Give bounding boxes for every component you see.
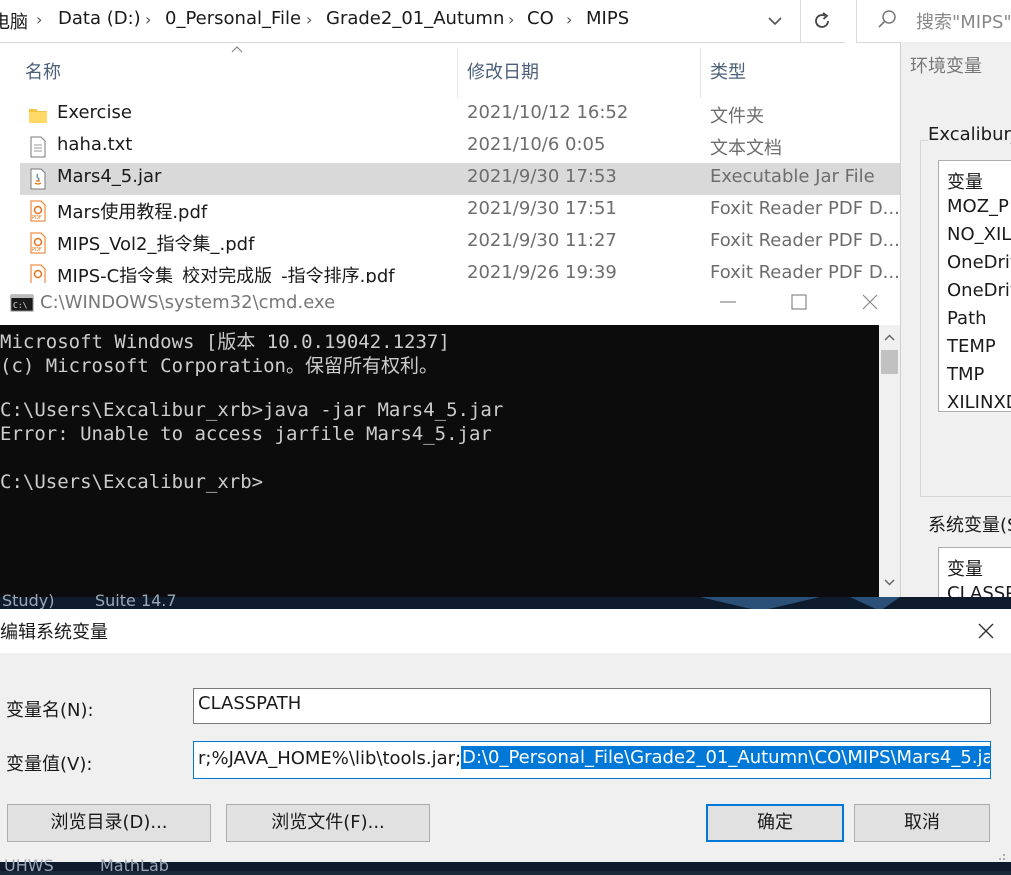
dialog-title: 编辑系统变量: [0, 622, 108, 643]
search-icon: [876, 8, 898, 30]
scroll-up-icon[interactable]: [881, 330, 898, 346]
file-type: Foxit Reader PDF D...: [710, 198, 900, 219]
cmd-title: C:\WINDOWS\system32\cmd.exe: [40, 292, 336, 313]
console-line: Microsoft Windows [版本 10.0.19042.1237]: [0, 331, 450, 353]
chevron-down-icon[interactable]: [760, 8, 790, 34]
desktop-icon-label: MathLab: [100, 856, 169, 875]
folder-icon: [29, 109, 47, 123]
user-variables-label: Excalibur_: [928, 124, 1011, 145]
browse-file-button[interactable]: 浏览文件(F)...: [226, 804, 430, 842]
close-icon[interactable]: [975, 620, 997, 642]
desktop-icon-label: Study): [2, 591, 55, 610]
file-date: 2021/10/12 16:52: [467, 102, 629, 123]
column-divider[interactable]: [700, 48, 701, 98]
refresh-icon[interactable]: [800, 0, 843, 42]
chevron-right-icon: ›: [36, 10, 43, 29]
text-file-icon: [30, 136, 46, 158]
breadcrumb-co[interactable]: CO: [527, 8, 554, 29]
close-icon[interactable]: [858, 290, 882, 314]
file-name: Mars使用教程.pdf: [57, 202, 208, 223]
search-placeholder: 搜索"MIPS": [916, 12, 1011, 33]
env-window-title: 环境变量: [910, 56, 982, 77]
console-line: C:\Users\Excalibur_xrb>java -jar Mars4_5…: [0, 399, 504, 421]
file-date: 2021/10/6 0:05: [467, 134, 606, 155]
scroll-down-icon[interactable]: [881, 574, 898, 594]
file-row[interactable]: Exercise 2021/10/12 16:52 文件夹: [20, 99, 900, 131]
console-line: Error: Unable to access jarfile Mars4_5.…: [0, 423, 492, 445]
breadcrumb-drive[interactable]: Data (D:): [58, 8, 141, 29]
list-item[interactable]: TEMP: [947, 336, 996, 357]
file-type: 文件夹: [710, 106, 764, 127]
column-header-type[interactable]: 类型: [710, 58, 746, 84]
file-date: 2021/9/30 11:27: [467, 230, 617, 251]
user-variables-list[interactable]: 变量 MOZ_P NO_XIL OneDriv OneDriv Path TEM…: [938, 160, 1011, 412]
variable-name-field[interactable]: [193, 688, 991, 724]
svg-text:PDF: PDF: [32, 247, 42, 253]
minimize-icon[interactable]: [716, 290, 740, 314]
list-item[interactable]: OneDriv: [947, 252, 1011, 273]
address-bar[interactable]: 电脑 › Data (D:) › 0_Personal_File › Grade…: [0, 0, 845, 43]
chevron-right-icon: ›: [306, 10, 313, 29]
column-divider[interactable]: [457, 48, 458, 98]
file-date: 2021/9/30 17:53: [467, 166, 617, 187]
file-name: MIPS_Vol2_指令集_.pdf: [57, 234, 255, 255]
column-header-date[interactable]: 修改日期: [467, 58, 539, 84]
chevron-right-icon: ›: [566, 10, 573, 29]
console-prompt: C:\Users\Excalibur_xrb>: [0, 471, 264, 493]
breadcrumb-pc[interactable]: 电脑: [0, 8, 28, 34]
file-type: Foxit Reader PDF D...: [710, 230, 900, 251]
browse-directory-button[interactable]: 浏览目录(D)...: [7, 804, 211, 842]
variable-name-value: CLASSPATH: [198, 693, 302, 714]
sort-ascending-icon: [231, 46, 243, 53]
variable-value-label: 变量值(V):: [6, 754, 93, 775]
file-name: Mars4_5.jar: [57, 166, 162, 187]
variable-name-label: 变量名(N):: [6, 700, 94, 721]
scrollbar-thumb[interactable]: [881, 350, 898, 374]
file-type: 文本文档: [710, 138, 782, 159]
file-date: 2021/9/30 17:51: [467, 198, 617, 219]
ok-button[interactable]: 确定: [706, 804, 844, 842]
desktop-icon-label: Suite 14.7: [95, 591, 177, 610]
file-name: Exercise: [57, 102, 132, 123]
breadcrumb-mips[interactable]: MIPS: [586, 8, 629, 29]
svg-text:PDF: PDF: [32, 215, 42, 221]
file-type: Foxit Reader PDF D...: [710, 262, 900, 283]
dialog-titlebar[interactable]: [0, 609, 1011, 653]
file-date: 2021/9/26 19:39: [467, 262, 617, 283]
file-name: haha.txt: [57, 134, 133, 155]
console-icon: C:\: [10, 294, 34, 312]
console-line: (c) Microsoft Corporation。保留所有权利。: [0, 355, 438, 377]
list-item[interactable]: TMP: [947, 364, 984, 385]
file-row-selected[interactable]: Mars4_5.jar 2021/9/30 17:53 Executable J…: [20, 163, 900, 195]
cancel-button[interactable]: 取消: [854, 804, 990, 842]
list-header-variable[interactable]: 变量: [947, 555, 983, 581]
file-type: Executable Jar File: [710, 166, 875, 187]
list-header-variable[interactable]: 变量: [947, 168, 983, 194]
variable-value-selected-text: D:\0_Personal_File\Grade2_01_Autumn\CO\M…: [461, 746, 990, 769]
chevron-right-icon: ›: [508, 10, 515, 29]
svg-text:C:\: C:\: [13, 301, 28, 310]
desktop-icon-label: UHWS: [4, 856, 54, 875]
variable-value-text: r;%JAVA_HOME%\lib\tools.jar;: [198, 748, 462, 769]
list-item[interactable]: NO_XIL: [947, 224, 1011, 245]
list-item[interactable]: Path: [947, 308, 987, 329]
list-item[interactable]: MOZ_P: [947, 196, 1009, 217]
list-item[interactable]: XILINXD: [947, 392, 1011, 411]
system-variables-label: 系统变量(S: [928, 515, 1011, 536]
list-item[interactable]: OneDriv: [947, 280, 1011, 301]
variable-value-field[interactable]: r;%JAVA_HOME%\lib\tools.jar; D:\0_Person…: [193, 741, 991, 779]
pdf-icon: PDF: [30, 200, 46, 222]
file-row[interactable]: PDF MIPS_Vol2_指令集_.pdf 2021/9/30 11:27 F…: [20, 227, 900, 259]
file-row[interactable]: PDF Mars使用教程.pdf 2021/9/30 17:51 Foxit R…: [20, 195, 900, 227]
file-row[interactable]: haha.txt 2021/10/6 0:05 文本文档: [20, 131, 900, 163]
column-header-name[interactable]: 名称: [25, 58, 61, 84]
pdf-icon: PDF: [30, 232, 46, 254]
breadcrumb-personal[interactable]: 0_Personal_File: [165, 8, 301, 29]
cmd-console[interactable]: Microsoft Windows [版本 10.0.19042.1237] (…: [0, 283, 900, 609]
maximize-icon[interactable]: [787, 290, 811, 314]
java-jar-icon: [30, 168, 46, 190]
breadcrumb-grade[interactable]: Grade2_01_Autumn: [326, 8, 504, 29]
chevron-right-icon: ›: [145, 10, 152, 29]
